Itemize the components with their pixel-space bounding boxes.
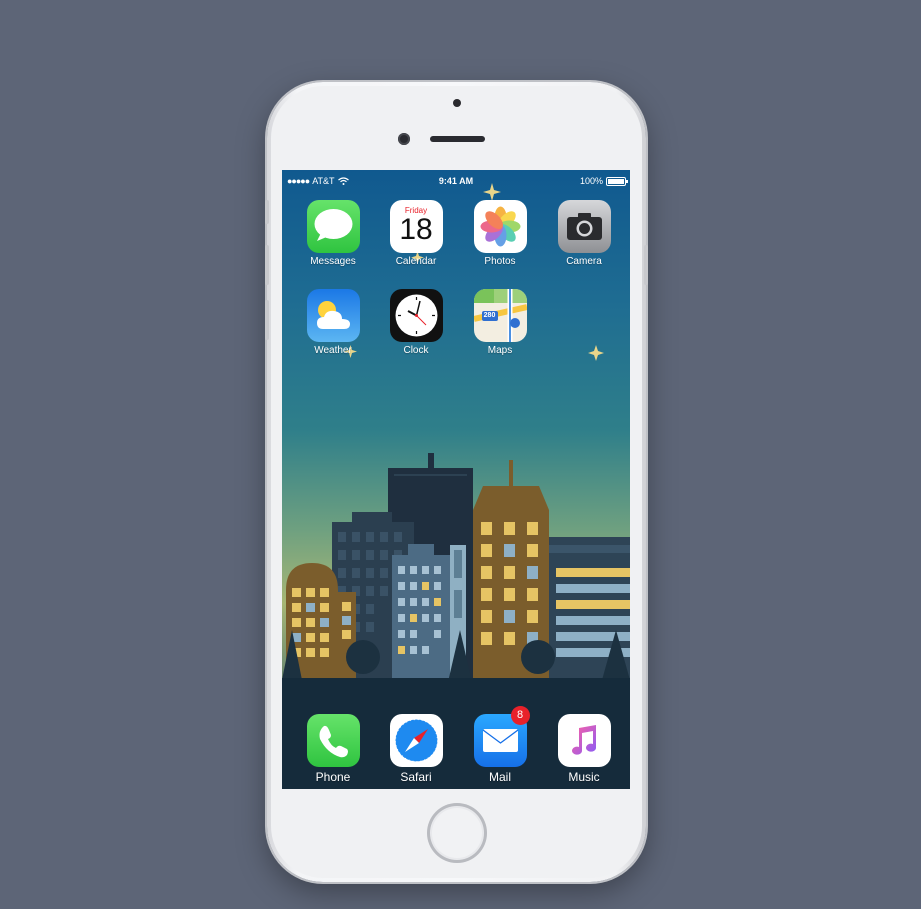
app-label: Weather bbox=[314, 345, 352, 356]
weather-icon bbox=[306, 289, 360, 342]
app-label: Photos bbox=[484, 256, 516, 267]
status-right: 100% bbox=[579, 176, 628, 186]
earpiece-speaker bbox=[430, 136, 485, 142]
maps-icon: 280 bbox=[473, 289, 527, 342]
app-label: Safari bbox=[400, 770, 432, 784]
app-music[interactable]: Music bbox=[549, 714, 619, 784]
app-phone[interactable]: Phone bbox=[298, 714, 368, 784]
app-label: Calendar bbox=[395, 256, 437, 267]
mute-switch bbox=[265, 200, 269, 224]
app-label: Messages bbox=[310, 256, 356, 267]
calendar-icon: Friday 18 bbox=[389, 200, 443, 253]
calendar-day: 18 bbox=[399, 213, 433, 246]
app-clock[interactable]: Clock bbox=[381, 289, 451, 356]
clock-icon bbox=[389, 289, 443, 342]
app-weather[interactable]: Weather bbox=[298, 289, 368, 356]
dock: Phone Safari 8 Mail Music bbox=[282, 680, 630, 789]
proximity-sensor bbox=[453, 99, 461, 107]
camera-icon bbox=[557, 200, 611, 253]
volume-down-button bbox=[265, 300, 269, 340]
app-messages[interactable]: Messages bbox=[298, 200, 368, 267]
mail-unread-badge: 8 bbox=[510, 706, 530, 725]
music-icon bbox=[557, 714, 611, 767]
app-label: Music bbox=[568, 770, 600, 784]
front-camera bbox=[398, 133, 410, 145]
app-label: Phone bbox=[315, 770, 351, 784]
app-safari[interactable]: Safari bbox=[381, 714, 451, 784]
app-mail[interactable]: 8 Mail bbox=[465, 706, 535, 784]
app-camera[interactable]: Camera bbox=[549, 200, 619, 267]
home-screen: ●●●●● AT&T 9:41 AM 100% Messages Friday … bbox=[282, 170, 630, 789]
home-button[interactable] bbox=[427, 803, 487, 863]
messages-icon bbox=[306, 200, 360, 253]
clock-time: 9:41 AM bbox=[438, 176, 474, 186]
battery-percent: 100% bbox=[579, 176, 603, 186]
battery-icon bbox=[606, 176, 628, 186]
app-calendar[interactable]: Friday 18 Calendar bbox=[381, 200, 451, 267]
status-bar: ●●●●● AT&T 9:41 AM 100% bbox=[282, 170, 630, 192]
app-label: Maps bbox=[487, 345, 513, 356]
phone-icon bbox=[306, 714, 360, 767]
power-button bbox=[644, 245, 648, 285]
photos-icon bbox=[473, 200, 527, 253]
app-photos[interactable]: Photos bbox=[465, 200, 535, 267]
maps-route-number: 280 bbox=[483, 312, 496, 319]
app-maps[interactable]: 280 Maps bbox=[465, 289, 535, 356]
app-label: Clock bbox=[403, 345, 429, 356]
app-label: Camera bbox=[566, 256, 602, 267]
safari-icon bbox=[389, 714, 443, 767]
volume-up-button bbox=[265, 245, 269, 285]
app-label: Mail bbox=[488, 770, 511, 784]
